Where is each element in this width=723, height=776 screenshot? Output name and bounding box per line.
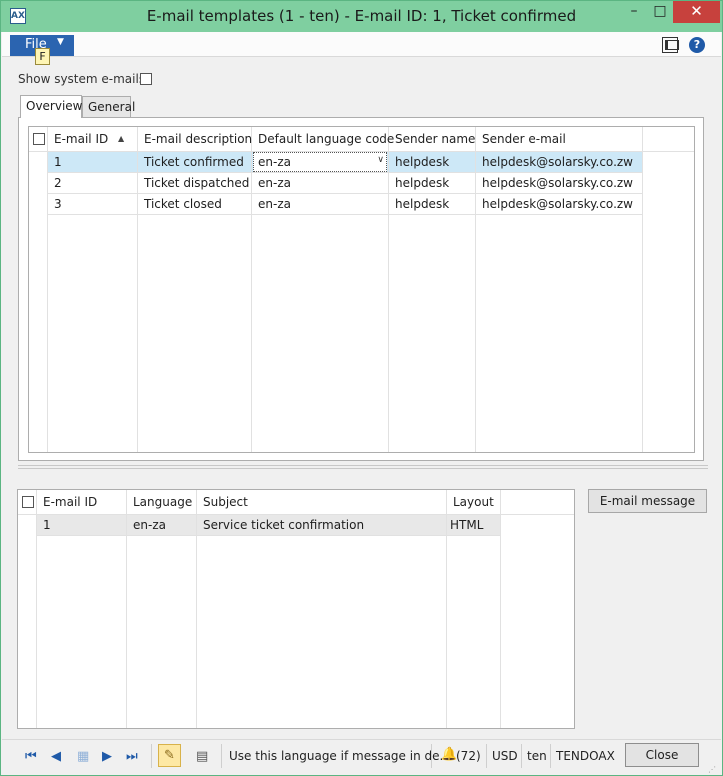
server-indicator: TENDOAX: [556, 749, 615, 763]
notification-bell-icon[interactable]: 🔔: [441, 747, 457, 762]
sort-ascending-icon: ▲: [118, 134, 125, 143]
message-row-1-id[interactable]: 1: [43, 518, 51, 532]
edit-mode-pencil-icon[interactable]: ✎: [158, 744, 181, 767]
language-combobox-value: en-za: [258, 155, 291, 169]
record-list-icon[interactable]: ▦: [77, 749, 89, 764]
help-icon[interactable]: ?: [689, 37, 705, 53]
templates-grid: E-mail ID ▲ E-mail description Default l…: [28, 126, 695, 453]
select-all-checkbox[interactable]: [22, 496, 34, 508]
window-title: E-mail templates (1 - ten) - E-mail ID: …: [146, 7, 577, 25]
status-help-text: Use this language if message in de...: [229, 749, 451, 763]
column-header-layout[interactable]: Layout: [453, 495, 494, 509]
table-row-2-language[interactable]: en-za: [258, 176, 291, 190]
close-window-button[interactable]: ✕: [673, 1, 720, 23]
column-header-language[interactable]: Default language code: [258, 132, 394, 146]
minimize-button[interactable]: –: [621, 1, 647, 23]
messages-grid: E-mail ID Language Subject Layout 1 en-z…: [17, 489, 575, 729]
table-row-1-description[interactable]: Ticket confirmed: [144, 155, 244, 169]
previous-record-icon[interactable]: ◀: [51, 749, 61, 764]
column-header-sender-email[interactable]: Sender e-mail: [482, 132, 566, 146]
column-header-subject[interactable]: Subject: [203, 495, 248, 509]
document-handling-icon[interactable]: ▤: [196, 749, 208, 764]
column-header-sender-name[interactable]: Sender name: [395, 132, 475, 146]
message-row-1-language[interactable]: en-za: [133, 518, 166, 532]
table-row-1-sender-name[interactable]: helpdesk: [395, 155, 449, 169]
notification-count[interactable]: (72): [456, 749, 481, 763]
table-row-1-id[interactable]: 1: [54, 155, 62, 169]
panel-splitter[interactable]: [18, 465, 708, 469]
layout-icon[interactable]: [662, 37, 679, 53]
keytip-badge: F: [35, 48, 50, 65]
column-header-email-id[interactable]: E-mail ID: [43, 495, 97, 509]
chevron-down-icon: ▼: [57, 37, 64, 47]
language-combobox[interactable]: en-za ∨: [253, 152, 387, 172]
window: AX E-mail templates (1 - ten) - E-mail I…: [0, 0, 723, 776]
close-button[interactable]: Close: [625, 743, 699, 767]
column-header-language[interactable]: Language: [133, 495, 192, 509]
message-row-1-subject[interactable]: Service ticket confirmation: [203, 518, 364, 532]
select-all-checkbox[interactable]: [33, 133, 45, 145]
tab-overview[interactable]: Overview: [20, 95, 83, 118]
table-row-3-sender-name[interactable]: helpdesk: [395, 197, 449, 211]
last-record-icon[interactable]: ⏭: [126, 749, 138, 764]
table-row-3-description[interactable]: Ticket closed: [144, 197, 222, 211]
next-record-icon[interactable]: ▶: [102, 749, 112, 764]
message-row-1-layout[interactable]: HTML: [450, 518, 483, 532]
resize-grip-icon[interactable]: ⋰: [708, 765, 718, 775]
table-row-3-id[interactable]: 3: [54, 197, 62, 211]
table-row-2-id[interactable]: 2: [54, 176, 62, 190]
menu-bar: File ▼: [2, 32, 721, 57]
column-header-description[interactable]: E-mail description: [144, 132, 252, 146]
title-bar[interactable]: AX E-mail templates (1 - ten) - E-mail I…: [1, 1, 722, 32]
chevron-down-icon[interactable]: ∨: [377, 155, 384, 165]
first-record-icon[interactable]: ⏮: [25, 749, 37, 764]
table-row-1-sender-email[interactable]: helpdesk@solarsky.co.zw: [482, 155, 633, 169]
show-system-emails-label: Show system e-mails:: [18, 72, 150, 86]
company-indicator[interactable]: ten: [527, 749, 547, 763]
show-system-emails-checkbox[interactable]: [140, 73, 152, 85]
currency-indicator[interactable]: USD: [492, 749, 518, 763]
column-header-email-id[interactable]: E-mail ID: [54, 132, 108, 146]
maximize-button[interactable]: □: [647, 1, 673, 23]
table-row-3-language[interactable]: en-za: [258, 197, 291, 211]
email-message-button[interactable]: E-mail message: [588, 489, 707, 513]
table-row-3-sender-email[interactable]: helpdesk@solarsky.co.zw: [482, 197, 633, 211]
table-row-2-sender-email[interactable]: helpdesk@solarsky.co.zw: [482, 176, 633, 190]
tab-general[interactable]: General: [82, 96, 135, 117]
table-row-2-sender-name[interactable]: helpdesk: [395, 176, 449, 190]
table-row-2-description[interactable]: Ticket dispatched: [144, 176, 249, 190]
